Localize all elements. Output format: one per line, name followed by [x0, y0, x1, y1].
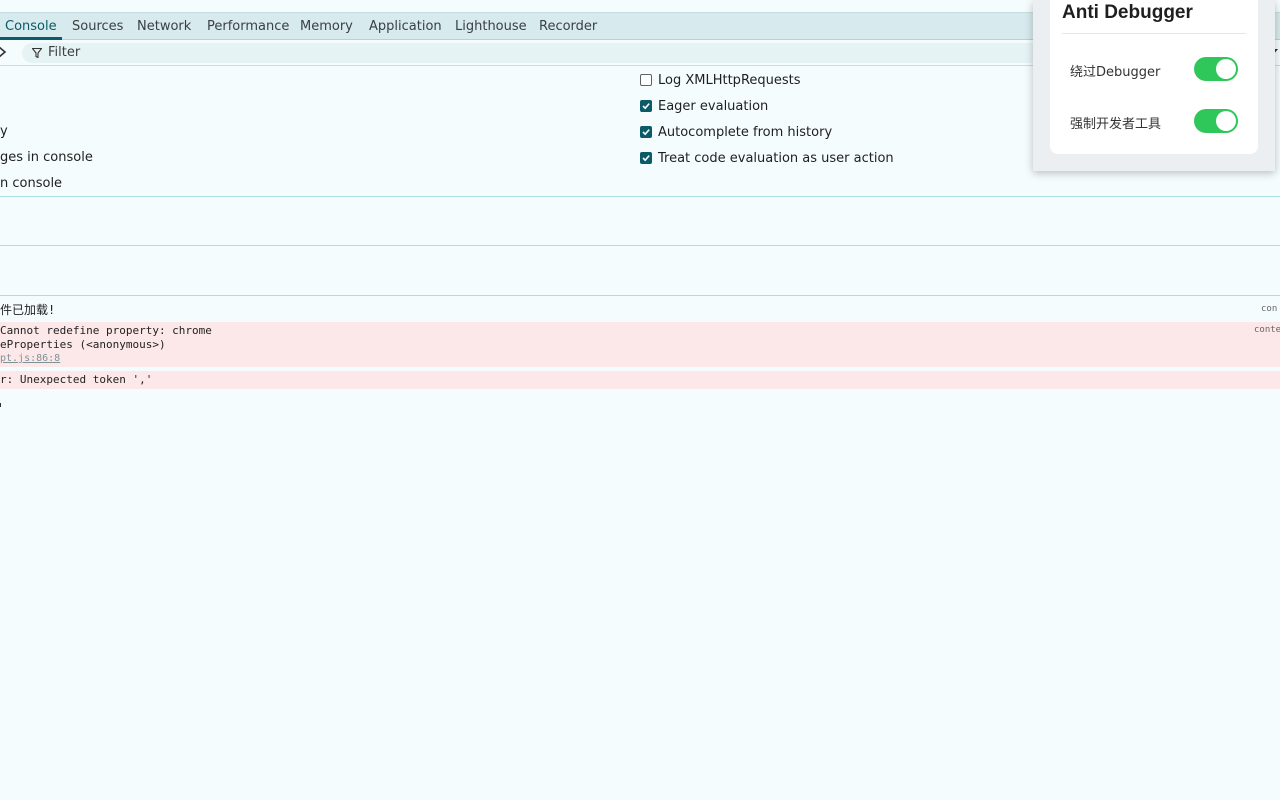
message-text: 件已加载!	[0, 303, 56, 317]
toggle-knob	[1216, 111, 1236, 131]
console-prompt-caret[interactable]	[0, 403, 1, 407]
setting-treat-eval-user-action[interactable]: Treat code evaluation as user action	[640, 149, 894, 167]
console-message-error: r: Unexpected token ','	[0, 371, 1280, 389]
check-icon	[642, 129, 650, 136]
checkbox[interactable]	[640, 152, 652, 164]
checkbox[interactable]	[640, 100, 652, 112]
setting-label: ges in console	[0, 150, 93, 165]
tab-network[interactable]: Network	[137, 13, 191, 40]
toggle-label: 绕过Debugger	[1070, 65, 1161, 80]
extension-popup-card: Anti Debugger 绕过Debugger 强制开发者工具	[1050, 0, 1258, 154]
message-source-link[interactable]: conte	[1254, 325, 1280, 335]
settings-section-empty	[0, 197, 1280, 246]
console-message-info: 件已加载! con	[0, 297, 1280, 321]
filter-input[interactable]: Filter	[22, 43, 1042, 63]
bypass-debugger-toggle[interactable]	[1194, 57, 1238, 81]
tab-application[interactable]: Application	[369, 13, 442, 40]
force-devtools-toggle[interactable]	[1194, 109, 1238, 133]
checkbox[interactable]	[640, 74, 652, 86]
divider	[1062, 33, 1246, 34]
settings-section-empty	[0, 246, 1280, 296]
tab-performance[interactable]: Performance	[207, 13, 289, 40]
setting-label: n console	[0, 176, 63, 191]
toggle-row-bypass-debugger: 绕过Debugger	[1070, 57, 1240, 83]
filter-icon	[32, 48, 42, 58]
tab-sources[interactable]: Sources	[72, 13, 123, 40]
console-message-error: Cannot redefine property: chrome eProper…	[0, 322, 1280, 367]
error-stack-line: eProperties (<anonymous>)	[0, 338, 166, 351]
tab-memory[interactable]: Memory	[300, 13, 353, 40]
tab-lighthouse[interactable]: Lighthouse	[455, 13, 527, 40]
toggle-label: 强制开发者工具	[1070, 117, 1162, 132]
toggle-row-force-devtools: 强制开发者工具	[1070, 109, 1240, 135]
popup-title: Anti Debugger	[1062, 2, 1193, 23]
play-icon[interactable]	[0, 46, 8, 58]
setting-label: y	[0, 124, 8, 139]
toggle-knob	[1216, 59, 1236, 79]
error-stack-link[interactable]: pt.js:86:8	[0, 353, 60, 364]
setting-log-xhr[interactable]: Log XMLHttpRequests	[640, 71, 801, 89]
error-text: Cannot redefine property: chrome	[0, 324, 212, 337]
error-text: r: Unexpected token ','	[0, 373, 153, 386]
check-icon	[642, 103, 650, 110]
check-icon	[642, 155, 650, 162]
tab-recorder[interactable]: Recorder	[539, 13, 597, 40]
setting-eager-evaluation[interactable]: Eager evaluation	[640, 97, 768, 115]
filter-placeholder: Filter	[48, 45, 81, 60]
message-source-link[interactable]: con	[1261, 304, 1277, 314]
tab-console[interactable]: Console	[5, 13, 57, 40]
setting-autocomplete-history[interactable]: Autocomplete from history	[640, 123, 832, 141]
checkbox[interactable]	[640, 126, 652, 138]
